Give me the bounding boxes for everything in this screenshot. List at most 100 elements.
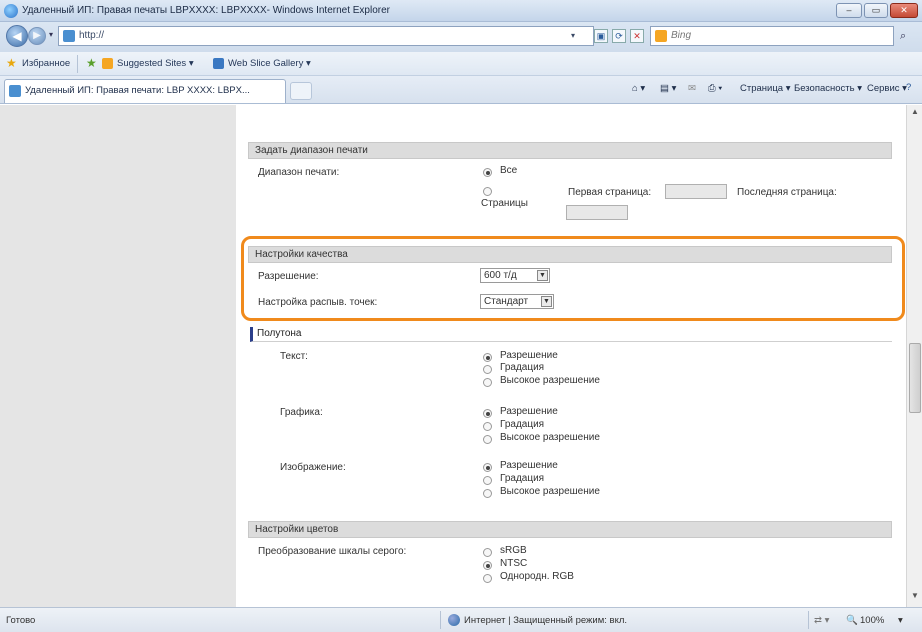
image-resolution-radio[interactable] <box>483 463 492 472</box>
graphics-option-gradation: Градация <box>500 419 545 430</box>
left-nav-pane <box>0 105 236 607</box>
bing-icon <box>655 30 667 42</box>
search-placeholder: Bing <box>671 30 692 41</box>
scroll-down-arrow-icon[interactable]: ▼ <box>909 591 921 603</box>
page-icon <box>63 30 75 42</box>
text-resolution-radio[interactable] <box>483 353 492 362</box>
address-row: ◀ ▶ ▾ http:// ▾ ▣ ⟳ ✕ Bing ⌕ <box>0 22 922 52</box>
image-option-gradation: Градация <box>500 473 545 484</box>
range-section-title: Задать диапазон печати <box>255 145 368 156</box>
web-slice-icon <box>213 58 224 69</box>
zoom-icon[interactable]: 🔍 <box>846 615 858 626</box>
status-bar: Готово Интернет | Защищенный режим: вкл.… <box>0 607 922 632</box>
globe-icon <box>448 614 460 626</box>
graphics-gradation-radio[interactable] <box>483 422 492 431</box>
halftone-section-title: Полутона <box>257 328 302 339</box>
zoom-level[interactable]: 100% <box>860 615 884 626</box>
ie-logo-icon <box>4 4 18 18</box>
image-option-high-resolution: Высокое разрешение <box>500 486 600 497</box>
compat-view-icon[interactable]: ▣ <box>594 29 608 43</box>
page-menu[interactable]: Страница ▾ <box>740 83 790 94</box>
search-field[interactable]: Bing <box>650 26 894 46</box>
history-dropdown-icon[interactable]: ▾ <box>49 30 53 39</box>
refresh-icon[interactable]: ⟳ <box>612 29 626 43</box>
graphics-resolution-radio[interactable] <box>483 409 492 418</box>
text-gradation-radio[interactable] <box>483 365 492 374</box>
srgb-radio[interactable] <box>483 548 492 557</box>
srgb-label: sRGB <box>500 545 527 556</box>
scroll-thumb[interactable] <box>909 343 921 413</box>
tab-active[interactable]: Удаленный ИП: Правая печати: LBP XXXX: L… <box>4 79 286 103</box>
back-button[interactable]: ◀ <box>6 25 28 47</box>
web-slice-gallery-link[interactable]: Web Slice Gallery ▾ <box>228 58 311 69</box>
help-icon[interactable]: ? <box>906 82 911 93</box>
new-tab-button[interactable] <box>290 82 312 100</box>
security-zone-text[interactable]: Интернет | Защищенный режим: вкл. <box>464 615 627 626</box>
first-page-input[interactable] <box>665 184 727 199</box>
grayscale-conversion-label: Преобразование шкалы серого: <box>258 546 407 557</box>
text-option-resolution: Разрешение <box>500 350 558 361</box>
home-icon[interactable]: ⌂ ▾ <box>632 83 645 94</box>
minimize-button[interactable]: – <box>836 3 862 18</box>
graphics-option-high-resolution: Высокое разрешение <box>500 432 600 443</box>
suggested-sites-icon <box>102 58 113 69</box>
status-text: Готово <box>6 615 36 626</box>
mail-icon[interactable]: ✉ <box>688 83 696 94</box>
color-section-title: Настройки цветов <box>255 524 339 535</box>
scroll-up-arrow-icon[interactable]: ▲ <box>909 107 921 119</box>
text-option-gradation: Градация <box>500 362 545 373</box>
favorites-bar: ★ Избранное ★ Suggested Sites ▾ Web Slic… <box>0 52 922 76</box>
close-button[interactable]: ✕ <box>890 3 918 18</box>
address-dropdown-icon[interactable]: ▾ <box>571 27 575 45</box>
halftone-section-header: Полутона <box>250 327 892 342</box>
favorites-button[interactable]: Избранное <box>22 58 70 69</box>
tools-menu[interactable]: Сервис ▾ <box>867 83 907 94</box>
title-bar: Удаленный ИП: Правая печаты LBPXXXX: LBP… <box>0 0 922 22</box>
add-favorite-icon[interactable]: ★ <box>86 56 97 70</box>
divider <box>77 55 78 73</box>
uniform-rgb-label: Однородн. RGB <box>500 571 574 582</box>
text-high-resolution-radio[interactable] <box>483 378 492 387</box>
zoom-dropdown-icon[interactable]: ▾ <box>898 615 903 626</box>
divider <box>808 611 809 629</box>
popup-blocker-icon[interactable]: ⇄ ▾ <box>814 615 829 626</box>
stop-icon[interactable]: ✕ <box>630 29 644 43</box>
tab-row: Удаленный ИП: Правая печати: LBP XXXX: L… <box>0 76 922 104</box>
image-gradation-radio[interactable] <box>483 476 492 485</box>
range-all-radio[interactable] <box>483 168 492 177</box>
address-field[interactable]: http:// ▾ <box>58 26 594 46</box>
color-section-header: Настройки цветов <box>248 521 892 538</box>
tab-label: Удаленный ИП: Правая печати: LBP XXXX: L… <box>25 85 250 96</box>
range-pages-label: Страницы <box>481 198 528 209</box>
halftone-image-label: Изображение: <box>280 462 346 473</box>
ntsc-radio[interactable] <box>483 561 492 570</box>
halftone-text-label: Текст: <box>280 351 308 362</box>
graphics-high-resolution-radio[interactable] <box>483 435 492 444</box>
image-option-resolution: Разрешение <box>500 460 558 471</box>
divider <box>440 611 441 629</box>
text-option-high-resolution: Высокое разрешение <box>500 375 600 386</box>
vertical-scrollbar[interactable]: ▲ ▼ <box>906 105 922 607</box>
halftone-graphics-label: Графика: <box>280 407 323 418</box>
range-pages-radio[interactable] <box>483 187 492 196</box>
favorites-star-icon: ★ <box>6 56 17 70</box>
suggested-sites-link[interactable]: Suggested Sites ▾ <box>117 58 194 69</box>
forward-button[interactable]: ▶ <box>28 27 46 45</box>
uniform-rgb-radio[interactable] <box>483 574 492 583</box>
image-high-resolution-radio[interactable] <box>483 489 492 498</box>
ntsc-label: NTSC <box>500 558 528 569</box>
print-icon[interactable]: ⎙ ▾ <box>708 83 722 94</box>
page-content: Задать диапазон печати Диапазон печати: … <box>0 105 906 607</box>
window-title: Удаленный ИП: Правая печаты LBPXXXX: LBP… <box>22 5 390 16</box>
feeds-icon[interactable]: ▤ ▾ <box>660 83 676 94</box>
range-all-label: Все <box>500 165 518 176</box>
graphics-option-resolution: Разрешение <box>500 406 558 417</box>
range-section-header: Задать диапазон печати <box>248 142 892 159</box>
maximize-button[interactable]: ▭ <box>864 3 888 18</box>
safety-menu[interactable]: Безопасность ▾ <box>794 83 862 94</box>
first-page-label: Первая страница: <box>568 187 652 198</box>
range-label: Диапазон печати: <box>258 167 340 178</box>
last-page-input[interactable] <box>566 205 628 220</box>
search-icon[interactable]: ⌕ <box>900 30 906 43</box>
tab-page-icon <box>9 85 21 97</box>
